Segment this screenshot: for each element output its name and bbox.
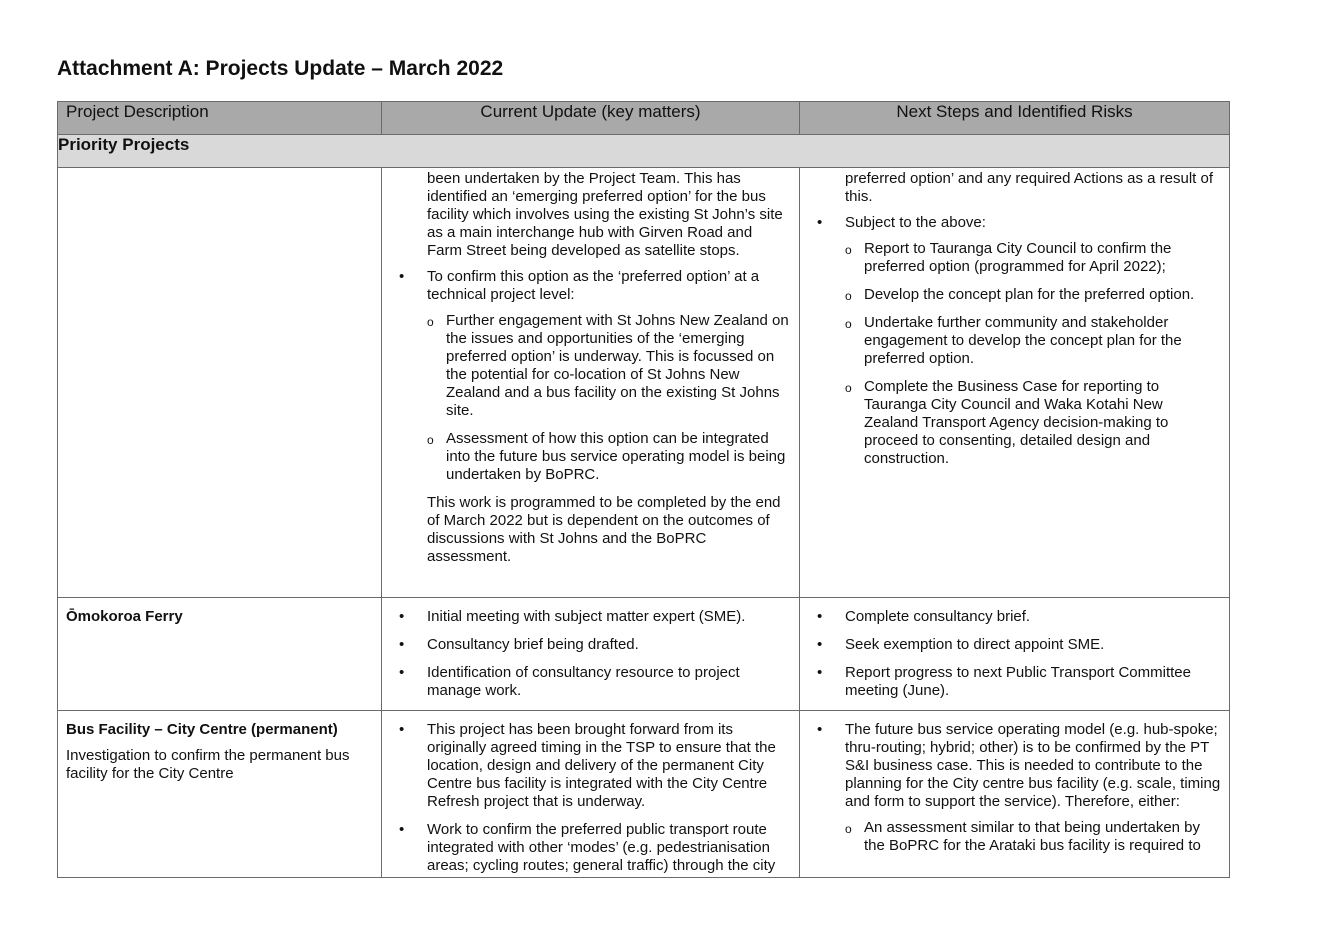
list-item-text: Subject to the above: — [845, 214, 986, 231]
list-item: Consultancy brief being drafted. — [390, 636, 791, 654]
current-update-cell: been undertaken by the Project Team. Thi… — [381, 167, 800, 598]
column-header-project-description: Project Description — [57, 101, 382, 135]
list-item: Subject to the above: Report to Tauranga… — [808, 214, 1221, 468]
current-update-cell: This project has been brought forward fr… — [381, 710, 800, 878]
project-description-cell: Bus Facility – City Centre (permanent) I… — [57, 710, 382, 878]
table-header-row: Project Description Current Update (key … — [57, 101, 1230, 135]
section-title: Priority Projects — [57, 134, 1230, 168]
section-row: Priority Projects — [57, 134, 1230, 168]
project-name: Bus Facility – City Centre (permanent) — [66, 721, 338, 738]
project-description-cell — [57, 167, 382, 598]
list-item-text: To confirm this option as the ‘preferred… — [427, 268, 760, 303]
project-name: Ōmokoroa Ferry — [66, 608, 183, 625]
list-item: The future bus service operating model (… — [808, 721, 1221, 855]
list-item: This project has been brought forward fr… — [390, 721, 791, 811]
sub-list-item: Report to Tauranga City Council to confi… — [845, 240, 1221, 276]
list-item: Work to confirm the preferred public tra… — [390, 821, 791, 875]
project-description-cell: Ōmokoroa Ferry — [57, 597, 382, 711]
sub-list-item: Further engagement with St Johns New Zea… — [427, 312, 791, 420]
page-title: Attachment A: Projects Update – March 20… — [57, 57, 504, 80]
projects-table: Project Description Current Update (key … — [57, 101, 1230, 878]
next-steps-cell: The future bus service operating model (… — [799, 710, 1230, 878]
table-row: Ōmokoroa Ferry Initial meeting with subj… — [57, 597, 1230, 711]
list-item: preferred option’ and any required Actio… — [845, 170, 1213, 205]
column-header-current-update: Current Update (key matters) — [381, 101, 800, 135]
column-header-next-steps: Next Steps and Identified Risks — [799, 101, 1230, 135]
current-update-cell: Initial meeting with subject matter expe… — [381, 597, 800, 711]
list-item-text: The future bus service operating model (… — [845, 721, 1221, 810]
list-item: Initial meeting with subject matter expe… — [390, 608, 791, 626]
paragraph: This work is programmed to be completed … — [427, 494, 781, 565]
project-summary: Investigation to confirm the permanent b… — [66, 747, 350, 782]
sub-list-item: Undertake further community and stakehol… — [845, 314, 1221, 368]
sub-list-item: Develop the concept plan for the preferr… — [845, 286, 1221, 305]
sub-list-item: An assessment similar to that being unde… — [845, 819, 1221, 855]
sub-list-item: Assessment of how this option can be int… — [427, 430, 791, 484]
list-item: been undertaken by the Project Team. Thi… — [427, 170, 783, 259]
next-steps-cell: preferred option’ and any required Actio… — [799, 167, 1230, 598]
list-item: Seek exemption to direct appoint SME. — [808, 636, 1221, 654]
list-item: To confirm this option as the ‘preferred… — [390, 268, 791, 484]
list-item: Complete consultancy brief. — [808, 608, 1221, 626]
table-row: Bus Facility – City Centre (permanent) I… — [57, 710, 1230, 878]
list-item: Identification of consultancy resource t… — [390, 664, 791, 700]
table-row: been undertaken by the Project Team. Thi… — [57, 167, 1230, 598]
list-item: Report progress to next Public Transport… — [808, 664, 1221, 700]
next-steps-cell: Complete consultancy brief. Seek exempti… — [799, 597, 1230, 711]
sub-list-item: Complete the Business Case for reporting… — [845, 378, 1221, 468]
